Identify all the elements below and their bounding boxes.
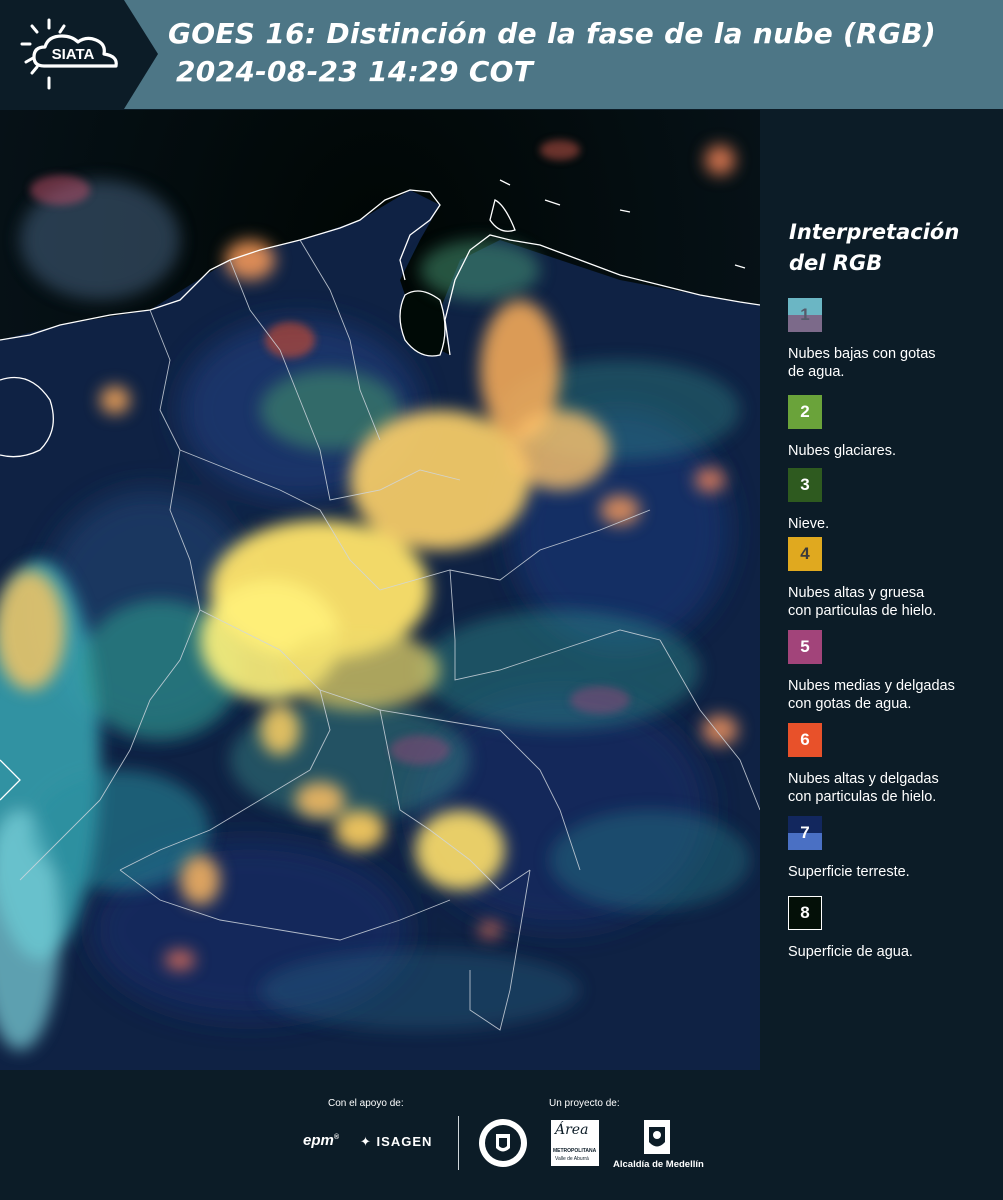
legend-item-1: 1 Nubes bajas con gotas de agua. [788, 298, 998, 381]
legend-number-3: 3 [800, 475, 810, 494]
legend-number-7: 7 [800, 823, 810, 842]
medellin-seal-icon [479, 1119, 527, 1167]
siata-logo: SIATA [0, 0, 160, 109]
legend-label-1-line1: Nubes bajas con gotas [788, 346, 936, 362]
header-bar: SIATA GOES 16: Distinción de la fase de … [0, 0, 1003, 109]
area-logo-text: Área [555, 1122, 589, 1138]
legend-swatch-1: 1 [788, 298, 822, 332]
legend-label-7: Superficie terreste. [788, 863, 998, 881]
isagen-icon: ✦ [360, 1134, 372, 1149]
legend-label-1-line2: de agua. [788, 364, 845, 380]
legend-number-1: 1 [800, 305, 810, 324]
legend-item-5: 5 Nubes medias y delgadas con gotas de a… [788, 630, 998, 713]
legend-swatch-4: 4 [788, 537, 822, 571]
legend-item-4: 4 Nubes altas y gruesa con particulas de… [788, 537, 998, 620]
siata-logo-text: SIATA [52, 46, 95, 63]
area-logo-sub: METROPOLITANA [553, 1148, 597, 1154]
legend-label-4-line2: con particulas de hielo. [788, 603, 937, 619]
legend-swatch-7: 7 [788, 816, 822, 850]
legend-label-4: Nubes altas y gruesa con particulas de h… [788, 584, 998, 620]
legend-label-5: Nubes medias y delgadas con gotas de agu… [788, 677, 998, 713]
legend-number-4: 4 [800, 544, 810, 563]
page-datetime: 2024-08-23 14:29 COT [176, 55, 534, 88]
legend-label-7-line1: Superficie terreste. [788, 864, 910, 880]
legend-swatch-3: 3 [788, 468, 822, 502]
area-metropolitana-logo: Área METROPOLITANA Valle de Aburrá [551, 1120, 599, 1166]
legend-swatch-8: 8 [788, 896, 822, 930]
isagen-logo: ✦ ISAGEN [360, 1134, 432, 1150]
legend-label-6-line1: Nubes altas y delgadas [788, 771, 939, 787]
legend-number-2: 2 [800, 402, 810, 421]
support-label: Con el apoyo de: [328, 1098, 404, 1109]
epm-logo: epm® [303, 1132, 340, 1149]
footer-divider [458, 1116, 459, 1170]
legend-swatch-2: 2 [788, 395, 822, 429]
legend-title-line2: del RGB [789, 251, 883, 275]
legend-number-8: 8 [800, 903, 810, 922]
legend-item-8: 8 Superficie de agua. [788, 896, 998, 961]
project-label: Un proyecto de: [549, 1098, 620, 1109]
legend-label-2: Nubes glaciares. [788, 442, 998, 460]
alcaldia-shield-icon [644, 1120, 670, 1154]
legend-label-3-line1: Nieve. [788, 516, 830, 532]
legend-label-5-line1: Nubes medias y delgadas [788, 678, 955, 694]
legend-number-6: 6 [800, 730, 810, 749]
legend-label-6-line2: con particulas de hielo. [788, 789, 937, 805]
isagen-logo-text: ISAGEN [376, 1134, 433, 1149]
page-title: GOES 16: Distinción de la fase de la nub… [168, 17, 937, 50]
legend-label-8: Superficie de agua. [788, 943, 998, 961]
legend-title: Interpretación del RGB [789, 217, 989, 279]
legend-item-2: 2 Nubes glaciares. [788, 395, 998, 460]
legend-swatch-6: 6 [788, 723, 822, 757]
legend-item-3: 3 Nieve. [788, 468, 998, 533]
epm-logo-text: epm [303, 1132, 334, 1149]
legend-label-1: Nubes bajas con gotas de agua. [788, 345, 998, 381]
legend-label-8-line1: Superficie de agua. [788, 944, 913, 960]
area-logo-sub2: Valle de Aburrá [555, 1156, 589, 1162]
alcaldia-label: Alcaldía de Medellín [613, 1159, 704, 1170]
legend-item-6: 6 Nubes altas y delgadas con particulas … [788, 723, 998, 806]
legend-title-line1: Interpretación [789, 220, 960, 244]
satellite-map [0, 110, 760, 1070]
legend-label-2-line1: Nubes glaciares. [788, 443, 896, 459]
footer: Con el apoyo de: Un proyecto de: epm® ✦ … [0, 1070, 1003, 1200]
legend-label-3: Nieve. [788, 515, 998, 533]
legend-item-7: 7 Superficie terreste. [788, 816, 998, 881]
legend-panel: Interpretación del RGB 1 Nubes bajas con… [761, 110, 1003, 1070]
legend-label-5-line2: con gotas de agua. [788, 696, 912, 712]
legend-label-4-line1: Nubes altas y gruesa [788, 585, 925, 601]
legend-label-6: Nubes altas y delgadas con particulas de… [788, 770, 998, 806]
legend-swatch-5: 5 [788, 630, 822, 664]
legend-number-5: 5 [800, 637, 810, 656]
